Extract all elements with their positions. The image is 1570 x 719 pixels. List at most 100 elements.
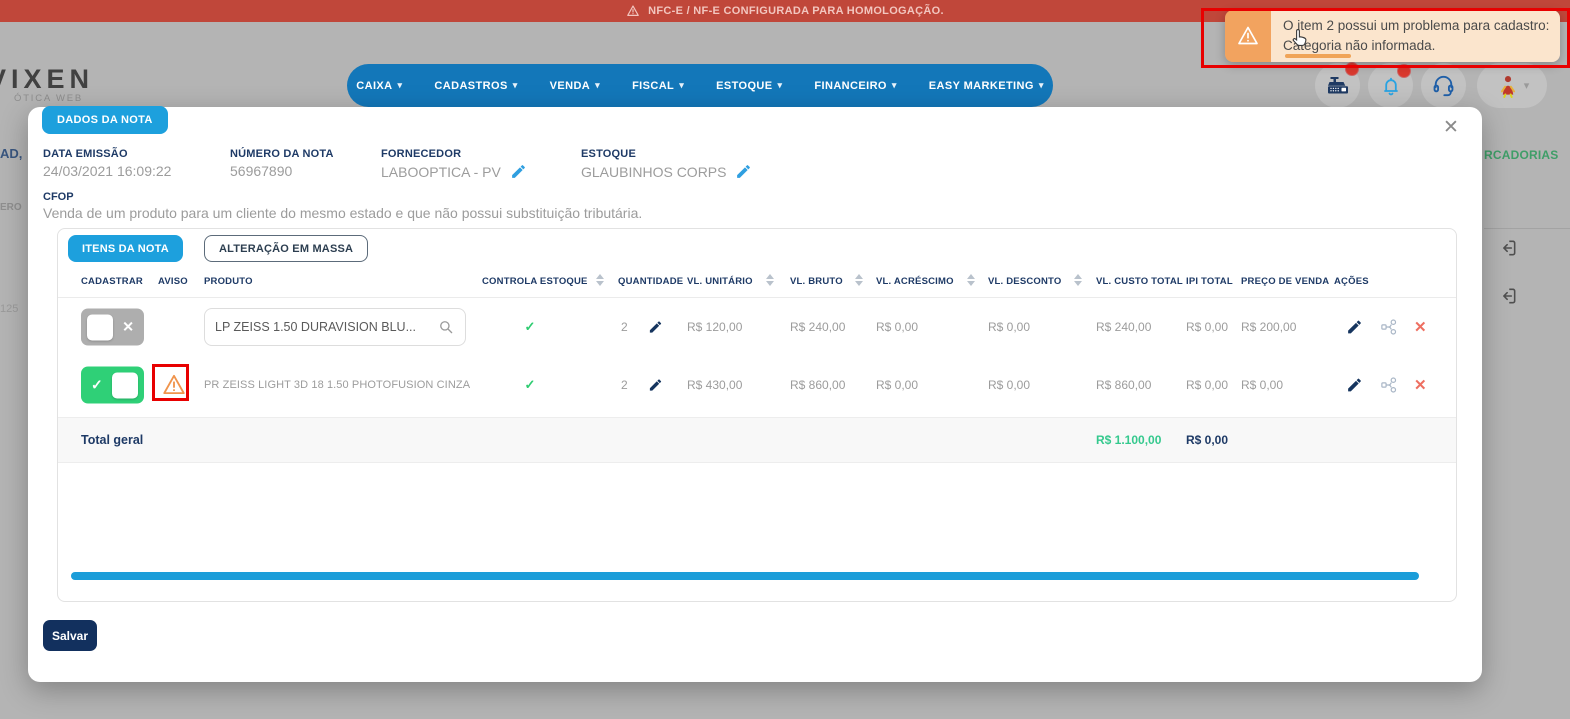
quantidade-value: 2 — [621, 378, 628, 392]
nav-item-venda[interactable]: VENDA▾ — [534, 80, 616, 92]
col-header-quantidade: QUANTIDADE — [618, 276, 683, 287]
col-header-acoes: AÇÕES — [1334, 276, 1369, 287]
split-item-icon[interactable] — [1380, 376, 1398, 394]
headset-icon — [1431, 73, 1456, 98]
close-icon[interactable]: ✕ — [1438, 114, 1464, 140]
col-header-vl-bruto: VL. BRUTO — [790, 276, 843, 287]
col-header-vl-acrescimo: VL. ACRÉSCIMO — [876, 276, 954, 287]
vl-custo-total-value: R$ 240,00 — [1096, 320, 1151, 334]
col-header-vl-unitario: VL. UNITÁRIO — [687, 276, 753, 287]
logo-title: VIXEN — [0, 64, 94, 95]
vl-acrescimo-value: R$ 0,00 — [876, 378, 918, 392]
toggle-knob — [112, 372, 138, 398]
save-button[interactable]: Salvar — [43, 620, 97, 651]
field-numero-da-nota: NÚMERO DA NOTA 56967890 — [230, 148, 334, 179]
logout-icon[interactable] — [1498, 238, 1518, 258]
cadastrar-toggle-on[interactable]: ✓ — [81, 367, 144, 404]
horizontal-scrollbar[interactable] — [71, 572, 1419, 580]
col-header-produto: PRODUTO — [204, 276, 253, 287]
edit-quantity-pencil-icon[interactable] — [648, 320, 663, 335]
nav-item-financeiro[interactable]: FINANCEIRO▾ — [798, 80, 912, 92]
sort-icon[interactable] — [766, 274, 774, 286]
screen: NFC-E / NF-E CONFIGURADA PARA HOMOLOGAÇÃ… — [0, 0, 1570, 719]
preco-de-venda-value: R$ 200,00 — [1241, 320, 1296, 334]
total-custo-value: R$ 1.100,00 — [1096, 433, 1161, 447]
toggle-x-icon: ✕ — [118, 319, 138, 336]
col-header-vl-desconto: VL. DESCONTO — [988, 276, 1061, 287]
search-icon[interactable] — [437, 318, 455, 336]
field-estoque: ESTOQUE GLAUBINHOS CORPS — [581, 148, 752, 180]
sort-icon[interactable] — [1074, 274, 1082, 286]
app-logo: VIXEN ÓTICA WEB — [0, 64, 94, 104]
toggle-knob — [87, 314, 113, 340]
field-value: GLAUBINHOS CORPS — [581, 164, 726, 180]
nav-item-easy-marketing[interactable]: EASY MARKETING▾ — [913, 80, 1060, 92]
col-header-aviso: AVISO — [158, 276, 188, 287]
main-nav: CAIXA▾ CADASTROS▾ VENDA▾ FISCAL▾ ESTOQUE… — [347, 64, 1053, 107]
divider — [1484, 228, 1570, 229]
delete-row-icon[interactable]: ✕ — [1414, 318, 1427, 336]
annotation-box-toast — [1201, 8, 1570, 68]
user-menu-button[interactable]: ▾ — [1477, 63, 1547, 108]
caret-down-icon: ▾ — [892, 80, 897, 91]
table-row: ✓ PR ZEISS LIGHT 3D 18 1.50 PHOTOFUSION … — [58, 356, 1456, 414]
sort-icon[interactable] — [855, 274, 863, 286]
col-header-vl-custo-total: VL. CUSTO TOTAL — [1096, 276, 1183, 287]
nav-item-cadastros[interactable]: CADASTROS▾ — [418, 80, 533, 92]
product-name: PR ZEISS LIGHT 3D 18 1.50 PHOTOFUSION CI… — [204, 379, 470, 391]
split-item-icon[interactable] — [1380, 318, 1398, 336]
field-label: NÚMERO DA NOTA — [230, 148, 334, 160]
invoice-data-modal: DADOS DA NOTA ✕ DATA EMISSÃO 24/03/2021 … — [28, 107, 1482, 682]
caret-down-icon: ▾ — [778, 80, 783, 91]
nav-item-estoque[interactable]: ESTOQUE▾ — [700, 80, 798, 92]
field-label: ESTOQUE — [581, 148, 752, 160]
caret-down-icon: ▾ — [513, 80, 518, 91]
vl-bruto-value: R$ 240,00 — [790, 320, 845, 334]
caret-down-icon: ▾ — [679, 80, 684, 91]
background-fragment-left-3: 125 — [0, 303, 18, 315]
nav-item-caixa[interactable]: CAIXA▾ — [340, 80, 418, 92]
delete-row-icon[interactable]: ✕ — [1414, 376, 1427, 394]
product-search-input[interactable] — [215, 320, 431, 334]
cash-register-icon — [1326, 74, 1350, 98]
col-header-preco-de-venda: PREÇO DE VENDA — [1241, 276, 1329, 287]
support-button[interactable] — [1421, 63, 1466, 108]
tab-alteracao-em-massa[interactable]: ALTERAÇÃO EM MASSA — [204, 235, 368, 262]
cfop-label: CFOP — [43, 191, 74, 203]
sort-icon[interactable] — [967, 274, 975, 286]
vl-desconto-value: R$ 0,00 — [988, 320, 1030, 334]
sort-icon[interactable] — [596, 274, 604, 286]
product-search-field[interactable] — [204, 308, 466, 346]
ipi-total-value: R$ 0,00 — [1186, 378, 1228, 392]
preco-de-venda-value: R$ 0,00 — [1241, 378, 1283, 392]
controla-estoque-check-icon: ✓ — [482, 319, 578, 335]
total-row: Total geral R$ 1.100,00 R$ 0,00 — [58, 417, 1456, 463]
logout-icon[interactable] — [1498, 286, 1518, 306]
cadastrar-toggle-off[interactable]: ✕ — [81, 309, 144, 346]
nav-item-fiscal[interactable]: FISCAL▾ — [616, 80, 700, 92]
vl-acrescimo-value: R$ 0,00 — [876, 320, 918, 334]
tab-itens-da-nota[interactable]: ITENS DA NOTA — [68, 235, 183, 262]
ipi-total-value: R$ 0,00 — [1186, 320, 1228, 334]
chevron-down-icon: ▾ — [1524, 79, 1530, 92]
caret-down-icon: ▾ — [1039, 80, 1044, 91]
edit-row-pencil-icon[interactable] — [1346, 319, 1363, 336]
field-value: 24/03/2021 16:09:22 — [43, 163, 171, 179]
avatar — [1495, 73, 1521, 99]
edit-quantity-pencil-icon[interactable] — [648, 378, 663, 393]
caret-down-icon: ▾ — [398, 80, 403, 91]
vl-custo-total-value: R$ 860,00 — [1096, 378, 1151, 392]
vl-unitario-value: R$ 430,00 — [687, 378, 742, 392]
col-header-ipi-total: IPI TOTAL — [1186, 276, 1233, 287]
edit-row-pencil-icon[interactable] — [1346, 377, 1363, 394]
background-fragment-left-2: ERO — [0, 202, 22, 213]
logo-subtitle: ÓTICA WEB — [14, 93, 94, 104]
field-label: FORNECEDOR — [381, 148, 527, 160]
bell-icon — [1379, 74, 1403, 98]
warning-triangle-icon — [626, 4, 640, 18]
edit-pencil-icon[interactable] — [510, 163, 527, 180]
field-data-emissao: DATA EMISSÃO 24/03/2021 16:09:22 — [43, 148, 171, 179]
field-value: LABOOPTICA - PV — [381, 164, 501, 180]
background-fragment-left-1: AD, — [0, 146, 22, 161]
edit-pencil-icon[interactable] — [735, 163, 752, 180]
